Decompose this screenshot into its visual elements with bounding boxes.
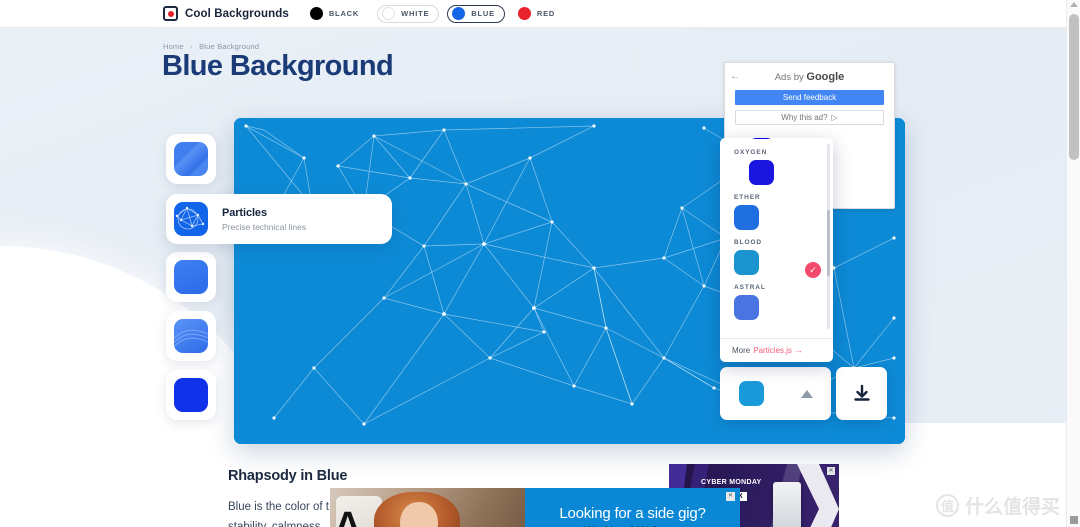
preset-label-ether: ETHER — [734, 194, 761, 201]
page-body: Home › Blue Background Blue Background P… — [0, 28, 1066, 527]
watermark: 值 什么值得买 — [935, 492, 1060, 519]
gig-ad-line-1: Looking for a side gig? — [559, 505, 706, 522]
preset-swatch-oxygen[interactable] — [749, 160, 774, 185]
preset-scrollbar-thumb[interactable] — [827, 210, 830, 276]
wave-thumb-icon — [174, 319, 208, 353]
preset-swatch-partial[interactable] — [749, 138, 774, 139]
color-pill-blue[interactable]: BLUE — [447, 4, 505, 23]
ads-by-label: Ads by Google — [725, 63, 894, 83]
preset-dropdown-panel: OXYGEN ETHER BLOOD ASTRAL ✓ More Particl… — [720, 138, 833, 362]
ads-by-brand: Google — [806, 71, 845, 83]
scroll-corner-icon[interactable] — [1070, 516, 1078, 524]
close-x-icon[interactable]: ✕ — [827, 467, 835, 475]
brand[interactable]: Cool Backgrounds — [163, 6, 289, 21]
preset-label-astral: ASTRAL — [734, 284, 766, 291]
download-icon — [853, 384, 870, 401]
current-color-swatch[interactable] — [738, 381, 764, 406]
app-root: Cool Backgrounds BLACK WHITE BLUE RED Ho… — [0, 0, 1080, 527]
preset-label-blood: BLOOD — [734, 239, 762, 246]
preset-swatch-blood[interactable] — [734, 250, 759, 275]
preset-item-oxygen[interactable]: OXYGEN — [720, 149, 833, 185]
side-gig-ad[interactable]: Looking for a side gig? We Need Writers.… — [330, 488, 740, 527]
preset-item-ether[interactable]: ETHER — [720, 194, 833, 230]
preset-footer-link[interactable]: More Particles.js → — [720, 338, 833, 362]
scroll-up-arrow-icon[interactable] — [1070, 2, 1078, 7]
particles-card-text: Particles Precise technical lines — [222, 207, 306, 232]
close-x-icon[interactable]: ✕ — [726, 492, 735, 501]
solid-thumb-icon — [174, 260, 208, 294]
gradient-thumb-icon — [174, 142, 208, 176]
particles-card-subtitle: Precise technical lines — [222, 221, 307, 232]
color-pill-red[interactable]: RED — [513, 5, 565, 23]
canvas-toolbar — [720, 367, 831, 420]
color-pill-black[interactable]: BLACK — [305, 5, 369, 23]
preset-swatch-ether[interactable] — [734, 205, 759, 230]
rail-item-solid[interactable] — [166, 252, 216, 302]
cyber-ad-product-image — [773, 482, 801, 527]
rail-item-wave[interactable] — [166, 311, 216, 361]
back-arrow-icon[interactable]: ← — [730, 71, 740, 82]
site-header: Cool Backgrounds BLACK WHITE BLUE RED — [0, 0, 1066, 28]
check-circle-icon: ✓ — [805, 262, 821, 278]
gig-ad-copy: Looking for a side gig? We Need Writers. — [525, 488, 740, 527]
preset-label-oxygen: OXYGEN — [734, 149, 768, 156]
color-filter-group: BLACK WHITE BLUE RED — [305, 4, 565, 23]
article-title: Rhapsody in Blue — [228, 468, 348, 484]
caret-up-icon[interactable] — [800, 389, 813, 398]
swatch-dot-white — [382, 7, 396, 20]
square-target-icon — [163, 6, 178, 21]
color-pill-white-label: WHITE — [401, 9, 430, 18]
page-scrollbar[interactable] — [1066, 0, 1080, 527]
cyber-ad-line-1: CYBER MONDAY — [701, 479, 762, 486]
rail-item-flat-blue[interactable] — [166, 370, 216, 420]
preset-swatch-astral[interactable] — [734, 295, 759, 320]
preset-partial-top[interactable] — [720, 138, 833, 139]
preset-list: OXYGEN ETHER BLOOD ASTRAL — [720, 138, 833, 322]
brand-name: Cool Backgrounds — [185, 7, 289, 20]
ads-by-prefix: Ads by — [774, 72, 804, 83]
arrow-right-icon: → — [794, 346, 803, 355]
preset-item-astral[interactable]: ASTRAL — [720, 284, 833, 320]
flat-blue-thumb-icon — [174, 378, 208, 412]
watermark-text: 什么值得买 — [964, 496, 1060, 518]
swatch-dot-red — [517, 7, 531, 20]
preset-footer-library: Particles.js — [753, 346, 792, 355]
preset-thumbnail-rail — [166, 134, 216, 429]
watermark-logo-icon: 值 — [935, 494, 959, 517]
preset-scroll-area: OXYGEN ETHER BLOOD ASTRAL — [720, 138, 833, 338]
ad-overlay-letter: A — [334, 505, 362, 527]
particles-preset-card[interactable]: Particles Precise technical lines — [166, 194, 392, 244]
swatch-dot-black — [309, 7, 323, 20]
scroll-thumb[interactable] — [1069, 14, 1079, 160]
rail-item-gradient[interactable] — [166, 134, 216, 184]
info-play-icon: ▷ — [831, 113, 838, 122]
why-this-ad-button[interactable]: Why this ad? ▷ — [735, 110, 884, 125]
particles-thumb-icon — [174, 202, 208, 236]
page-title: Blue Background — [162, 50, 394, 82]
download-button[interactable] — [836, 367, 887, 420]
send-feedback-button[interactable]: Send feedback — [735, 90, 884, 105]
swatch-dot-blue — [452, 7, 466, 20]
why-this-ad-label: Why this ad? — [781, 113, 828, 122]
color-pill-blue-label: BLUE — [471, 9, 495, 18]
color-pill-white[interactable]: WHITE — [377, 4, 440, 23]
color-pill-red-label: RED — [536, 9, 556, 18]
preset-footer-more: More — [732, 346, 751, 355]
particles-card-title: Particles — [222, 206, 267, 219]
color-pill-black-label: BLACK — [328, 9, 360, 18]
